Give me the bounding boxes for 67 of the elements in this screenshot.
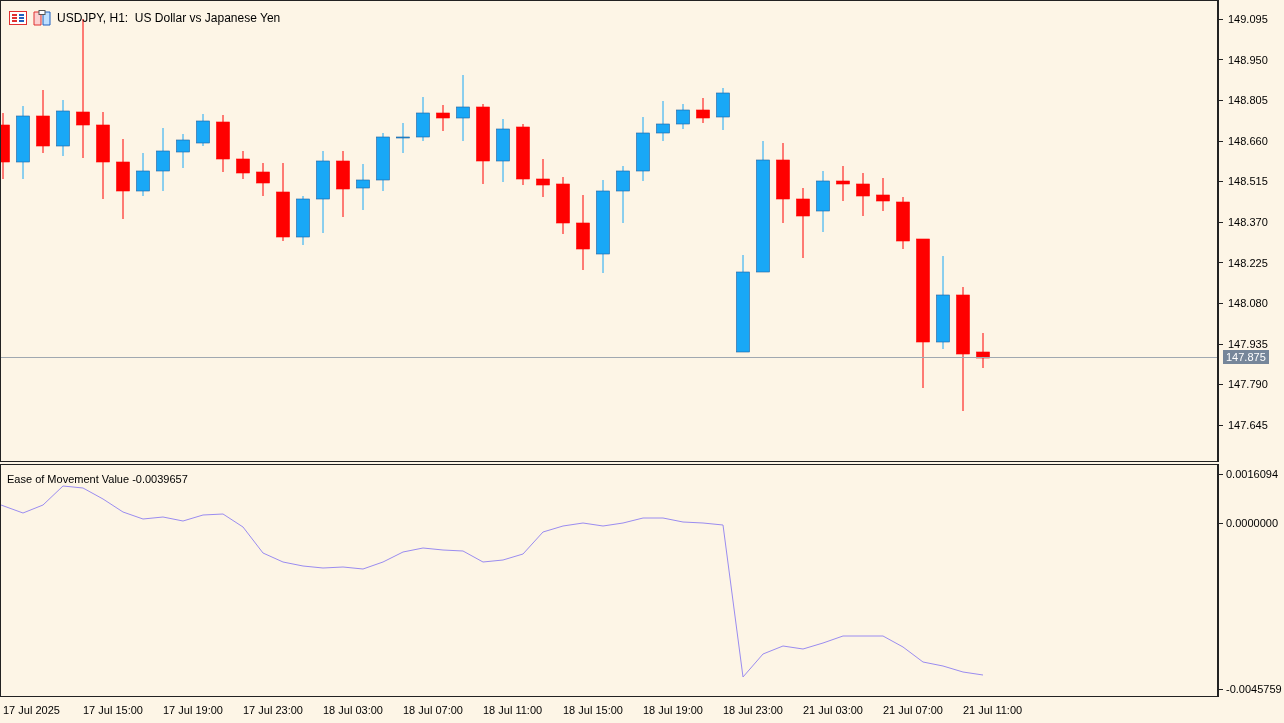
candle [656, 100, 670, 142]
candle [196, 113, 210, 147]
time-tick-label: 18 Jul 23:00 [723, 702, 783, 718]
candle [716, 87, 730, 131]
candle [696, 97, 710, 124]
candle [676, 103, 690, 130]
price-tick-label: 147.935 [1228, 336, 1268, 352]
time-tick-label: 17 Jul 2025 [3, 702, 60, 718]
time-tick-label: 17 Jul 23:00 [243, 702, 303, 718]
price-tick-label: 148.370 [1228, 215, 1268, 230]
candle [876, 177, 890, 212]
price-tick-label: 148.805 [1228, 93, 1268, 109]
chart-template-icon[interactable] [33, 10, 51, 26]
current-price-label: 147.875 [1223, 350, 1269, 364]
price-tick-label: 148.515 [1228, 174, 1268, 190]
indicator-title: Ease of Movement Value -0.0039657 [7, 472, 188, 488]
candle [136, 152, 150, 197]
price-tick-label: 147.645 [1228, 418, 1268, 433]
candle [376, 132, 390, 192]
time-tick-label: 21 Jul 11:00 [963, 702, 1023, 718]
candle [836, 165, 850, 202]
candle [496, 118, 510, 183]
price-tick-label: 148.660 [1228, 133, 1268, 149]
candle [536, 158, 550, 198]
candle [636, 116, 650, 182]
time-tick-label: 18 Jul 15:00 [563, 702, 623, 718]
time-tick-label: 21 Jul 07:00 [883, 702, 943, 718]
candle [296, 195, 310, 246]
time-tick-label: 18 Jul 11:00 [483, 702, 543, 718]
candle [416, 96, 430, 142]
price-tick-label: 149.095 [1228, 12, 1268, 27]
candle [1, 112, 10, 180]
candle [896, 196, 910, 250]
candle [176, 133, 190, 169]
candle [356, 163, 370, 211]
time-tick-label: 18 Jul 03:00 [323, 702, 383, 718]
time-tick-label: 21 Jul 03:00 [803, 702, 863, 718]
candle [216, 114, 230, 173]
indicator-tick-label: -0.0045759 [1226, 682, 1282, 698]
chart-title: USDJPY, H1: US Dollar vs Japanese Yen [57, 10, 281, 27]
candle [336, 150, 350, 218]
candle [396, 122, 410, 154]
candle [436, 104, 450, 132]
time-tick-label: 18 Jul 07:00 [403, 702, 463, 718]
time-tick-label: 17 Jul 15:00 [83, 702, 143, 718]
price-tick-label: 148.950 [1228, 52, 1268, 68]
candle [516, 123, 530, 186]
candle [156, 127, 170, 192]
candle [816, 170, 830, 233]
indicator-tick-label: 0.0016094 [1226, 467, 1278, 483]
candle [36, 89, 50, 154]
candle [556, 176, 570, 235]
candle [976, 332, 990, 369]
indicator-tick-label: 0.0000000 [1226, 516, 1278, 532]
candle [796, 187, 810, 259]
time-tick-label: 17 Jul 19:00 [163, 702, 223, 718]
candle [256, 162, 270, 197]
time-tick-label: 18 Jul 19:00 [643, 702, 703, 718]
candle [616, 165, 630, 224]
candle [856, 172, 870, 217]
candle [456, 74, 470, 142]
price-tick-label: 147.790 [1228, 377, 1268, 393]
candle [236, 150, 250, 180]
candle [56, 99, 70, 157]
list-icon[interactable] [9, 11, 27, 25]
price-tick-label: 148.080 [1228, 296, 1268, 312]
price-tick-label: 148.225 [1228, 255, 1268, 271]
